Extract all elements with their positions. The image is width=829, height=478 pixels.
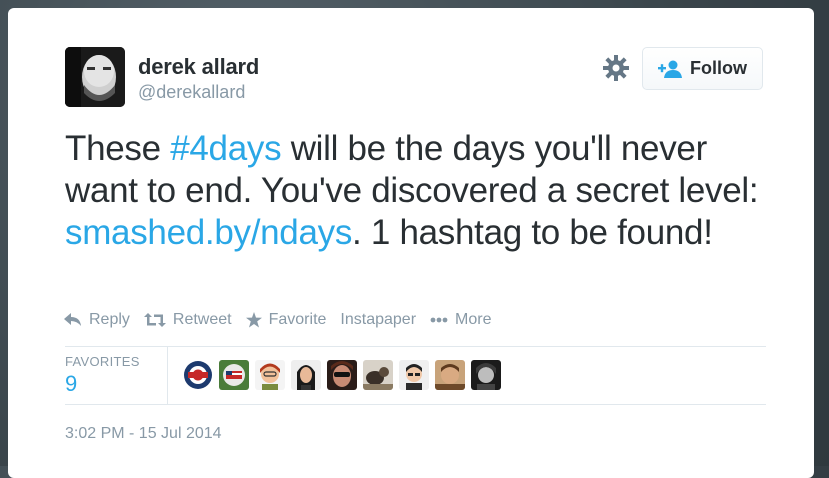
follow-label: Follow (690, 58, 747, 78)
favoriter-avatar[interactable] (327, 360, 357, 390)
stats-divider (167, 346, 168, 404)
star-icon (245, 312, 262, 328)
user-handle[interactable]: @derekallard (138, 82, 245, 103)
favoriter-avatar[interactable] (363, 360, 393, 390)
favoriter-avatar[interactable] (471, 360, 501, 390)
favoriter-avatar[interactable] (399, 360, 429, 390)
favorites-count[interactable]: 9 (65, 371, 77, 397)
favorite-label: Favorite (268, 311, 327, 328)
instapaper-action[interactable]: Instapaper (340, 311, 416, 329)
retweet-label: Retweet (172, 311, 232, 328)
tweet-timestamp[interactable]: 3:02 PM - 15 Jul 2014 (65, 425, 222, 443)
tweet-card: derek allard @derekallard Follow These #… (8, 8, 814, 478)
tweet-text-segment: These (65, 129, 171, 168)
avatar[interactable] (65, 47, 125, 107)
favoriters-list (183, 360, 501, 390)
favoriter-avatar[interactable] (219, 360, 249, 390)
follow-button[interactable]: Follow (642, 47, 763, 90)
more-dots-icon (430, 317, 448, 323)
favoriter-avatar[interactable] (435, 360, 465, 390)
favoriter-avatar[interactable] (183, 360, 213, 390)
add-user-icon (658, 60, 682, 78)
favorite-action[interactable]: Favorite (245, 311, 327, 329)
reply-action[interactable]: Reply (64, 311, 130, 329)
reply-label: Reply (89, 311, 130, 328)
divider (65, 404, 766, 405)
tweet-actions: Reply Retweet Favorite Instapaper More (64, 311, 505, 329)
url-link[interactable]: smashed.by/ndays (65, 213, 352, 252)
hashtag-link[interactable]: #4days (170, 129, 281, 168)
more-action[interactable]: More (430, 311, 491, 329)
display-name[interactable]: derek allard (138, 54, 259, 80)
reply-icon (64, 313, 81, 326)
favoriter-avatar[interactable] (255, 360, 285, 390)
more-label: More (455, 311, 492, 328)
favorites-label: FAVORITES (65, 354, 140, 369)
tweet-text: These #4days will be the days you'll nev… (65, 128, 765, 254)
retweet-action[interactable]: Retweet (143, 311, 232, 329)
instapaper-label: Instapaper (340, 311, 417, 328)
gear-icon[interactable] (600, 52, 632, 84)
favoriter-avatar[interactable] (291, 360, 321, 390)
retweet-icon (143, 313, 166, 327)
tweet-text-segment: . 1 hashtag to be found! (352, 213, 713, 252)
divider (65, 346, 766, 347)
